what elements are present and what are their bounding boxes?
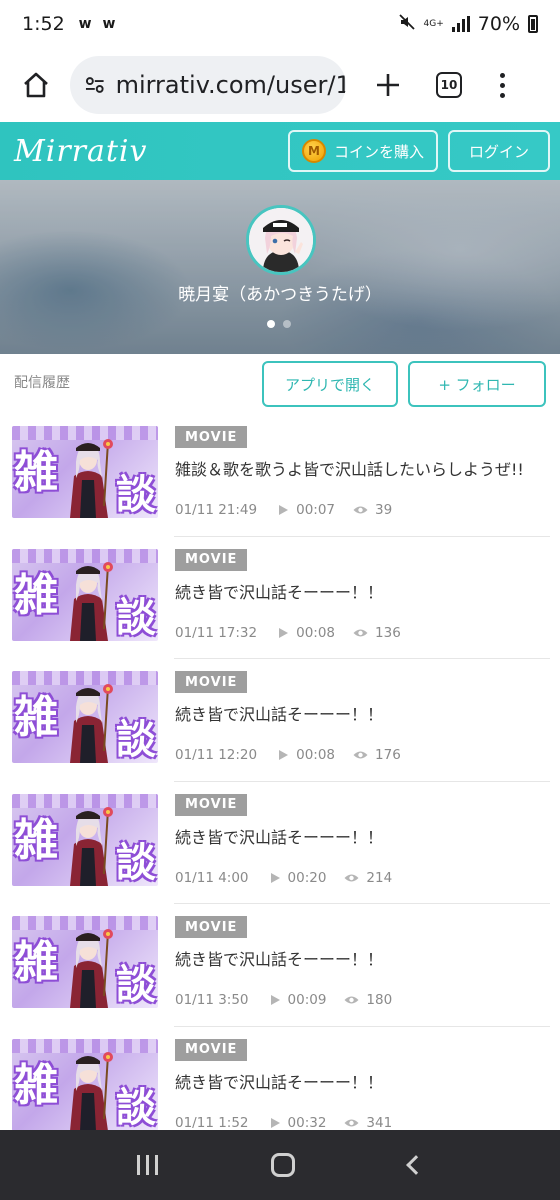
duration: 00:09 [287, 992, 327, 1008]
buy-coins-label: コインを購入 [333, 142, 424, 161]
video-meta: 01/11 4:00 00:20 214 [175, 870, 392, 886]
video-thumbnail[interactable]: 雑 談 [12, 548, 158, 641]
play-icon [270, 995, 280, 1005]
video-meta: 01/11 3:50 00:09 180 [175, 992, 392, 1008]
video-meta: 01/11 17:32 00:08 136 [175, 625, 401, 641]
carousel-dot[interactable] [283, 320, 291, 328]
battery-icon [528, 15, 538, 33]
login-button[interactable]: ログイン [448, 130, 550, 172]
carousel-dot-active[interactable] [267, 320, 275, 328]
mute-icon [398, 13, 416, 35]
movie-badge: MOVIE [175, 1038, 248, 1061]
stream-date: 01/11 21:49 [175, 502, 258, 518]
video-title[interactable]: 続き皆で沢山話そーーー！！ [175, 579, 550, 603]
play-icon [279, 750, 289, 760]
video-thumbnail[interactable]: 雑 談 [12, 671, 158, 763]
list-item[interactable]: 雑 談 MOVIE 続き皆で沢山話そーーー！！ 01/11 17:32 00:0… [0, 537, 560, 659]
video-meta: 01/11 21:49 00:07 39 [175, 502, 392, 518]
video-title[interactable]: 続き皆で沢山話そーーー！！ [175, 946, 550, 970]
video-title[interactable]: 続き皆で沢山話そーーー！！ [175, 824, 550, 848]
url-text: mirrativ.com/user/1 [115, 71, 346, 99]
eye-icon [344, 996, 359, 1004]
eye-icon [353, 629, 368, 636]
video-meta: 01/11 12:20 00:08 176 [175, 747, 401, 763]
mirrativ-logo[interactable]: Mirrativ [14, 134, 147, 169]
address-bar[interactable]: mirrativ.com/user/1 [70, 56, 346, 114]
video-thumbnail[interactable]: 雑 談 [12, 1038, 158, 1131]
back-button[interactable] [406, 1155, 427, 1175]
home-nav-button[interactable] [271, 1153, 296, 1177]
view-count: 176 [375, 747, 401, 763]
battery-percent: 70% [477, 13, 520, 35]
play-icon [270, 872, 280, 883]
stream-date: 01/11 12:20 [175, 747, 258, 763]
duration: 00:08 [296, 624, 336, 641]
site-header: Mirrativ M コインを購入 ログイン [0, 122, 560, 180]
user-name: 暁月宴（あかつきうたげ） [178, 285, 382, 305]
coin-icon: M [301, 139, 326, 163]
eye-icon [344, 1119, 359, 1126]
view-count: 136 [375, 624, 401, 641]
view-count: 341 [366, 1114, 393, 1131]
duration: 00:07 [296, 502, 336, 518]
duration: 00:08 [296, 747, 336, 763]
list-item[interactable]: 雑 談 MOVIE 続き皆で沢山話そーーー！！ 01/11 3:50 00:09… [0, 904, 560, 1027]
signal-icon [451, 16, 470, 32]
list-item[interactable]: 雑 談 MOVIE 続き皆で沢山話そーーー！！ 01/11 12:20 00:0… [0, 659, 560, 782]
site-settings-icon[interactable] [84, 74, 106, 96]
profile-banner: 暁月宴（あかつきうたげ） [0, 180, 560, 354]
stream-date: 01/11 17:32 [175, 624, 258, 641]
history-header: 配信履歴 アプリで開く + フォロー [0, 354, 560, 414]
video-meta: 01/11 1:52 00:32 341 [175, 1115, 392, 1131]
movie-badge: MOVIE [175, 671, 248, 693]
video-title[interactable]: 雑談＆歌を歌うよ皆で沢山話したいらしようぜ!! [175, 456, 550, 480]
open-in-app-button[interactable]: アプリで開く [262, 361, 398, 407]
video-thumbnail[interactable]: 雑 談 [12, 916, 158, 1008]
eye-icon [353, 751, 368, 759]
follow-button[interactable]: + フォロー [408, 361, 546, 407]
view-count: 180 [366, 992, 393, 1008]
play-icon [279, 505, 289, 515]
duration: 00:20 [287, 869, 327, 886]
view-count: 39 [375, 502, 393, 518]
video-thumbnail[interactable]: 雑 談 [12, 426, 158, 518]
video-thumbnail[interactable]: 雑 談 [12, 793, 158, 886]
eye-icon [344, 874, 359, 881]
status-bar: 1:52 w w 4G+ 70% [0, 0, 560, 48]
video-title[interactable]: 続き皆で沢山話そーーー！！ [175, 701, 550, 725]
plus-icon [377, 74, 399, 96]
browser-menu-button[interactable] [492, 63, 512, 107]
movie-badge: MOVIE [175, 916, 248, 938]
section-title: 配信履歴 [14, 375, 70, 391]
view-count: 214 [366, 869, 393, 886]
movie-badge: MOVIE [175, 426, 248, 448]
buy-coins-button[interactable]: M コインを購入 [287, 130, 438, 172]
play-icon [279, 627, 289, 638]
network-type: 4G+ [423, 19, 444, 29]
carousel-dots [267, 320, 291, 328]
video-title[interactable]: 続き皆で沢山話そーーー！！ [175, 1069, 550, 1093]
new-tab-button[interactable] [366, 63, 410, 107]
recents-button[interactable] [136, 1155, 158, 1175]
history-list: 雑 談 MOVIE 雑談＆歌を歌うよ皆で沢山話したいらしようぜ!! 01/11 … [0, 414, 560, 1149]
status-right: 4G+ 70% [398, 13, 538, 35]
stream-date: 01/11 4:00 [175, 869, 249, 886]
play-icon [270, 1117, 280, 1128]
tab-switcher-button[interactable]: 10 [436, 72, 462, 98]
stream-date: 01/11 1:52 [175, 1114, 249, 1131]
list-item[interactable]: 雑 談 MOVIE 雑談＆歌を歌うよ皆で沢山話したいらしようぜ!! 01/11 … [0, 414, 560, 537]
duration: 00:32 [287, 1114, 327, 1131]
list-item[interactable]: 雑 談 MOVIE 続き皆で沢山話そーーー！！ 01/11 4:00 00:20… [0, 782, 560, 904]
system-nav-bar [0, 1130, 560, 1200]
status-time: 1:52 [22, 13, 65, 35]
notification-icons: w w [78, 16, 119, 32]
avatar[interactable] [246, 205, 316, 275]
home-icon [24, 72, 48, 98]
home-button[interactable] [14, 63, 58, 107]
browser-toolbar: mirrativ.com/user/1 10 [0, 48, 560, 122]
eye-icon [353, 506, 368, 514]
movie-badge: MOVIE [175, 548, 248, 571]
stream-date: 01/11 3:50 [175, 992, 249, 1008]
movie-badge: MOVIE [175, 793, 248, 816]
